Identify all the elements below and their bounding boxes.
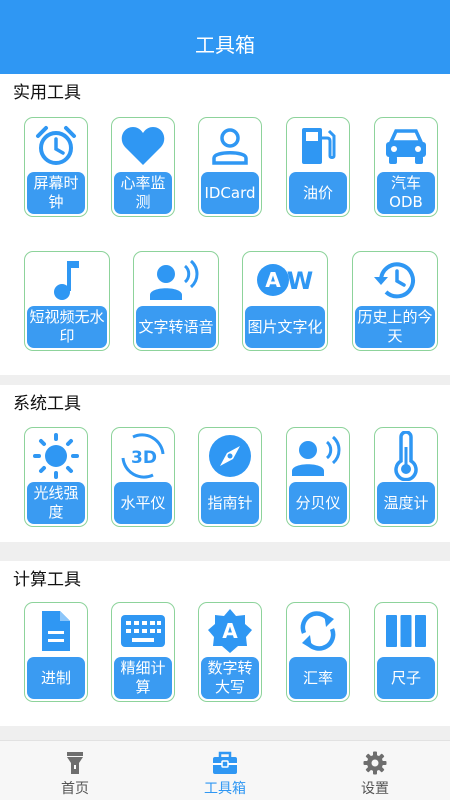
tool-label: 分贝仪 xyxy=(289,482,347,524)
tool-label: 油价 xyxy=(289,172,347,214)
history-icon xyxy=(353,252,437,308)
nav-toolbox[interactable]: 工具箱 xyxy=(170,741,280,800)
nav-settings[interactable]: 设置 xyxy=(320,741,430,800)
section-calculation-tools: 计算工具 进制 精细计算 A 数字转大写 汇率 尺子 xyxy=(0,561,450,726)
tool-compass[interactable]: 指南针 xyxy=(198,427,262,527)
tool-label: 图片文字化 xyxy=(245,306,325,348)
ruler-icon xyxy=(375,603,437,659)
tool-label: 精细计算 xyxy=(114,657,172,699)
thermometer-icon xyxy=(375,428,437,484)
tool-label: 文字转语音 xyxy=(136,306,216,348)
tool-precise-calc[interactable]: 精细计算 xyxy=(111,602,175,702)
tool-label: 温度计 xyxy=(377,482,435,524)
tool-label: 历史上的今天 xyxy=(355,306,435,348)
tool-thermometer[interactable]: 温度计 xyxy=(374,427,438,527)
flashlight-icon xyxy=(64,751,86,775)
tool-label: 汽车ODB xyxy=(377,172,435,214)
heart-icon xyxy=(112,118,174,174)
text-aw-icon: A W xyxy=(243,252,327,308)
music-note-icon xyxy=(25,252,109,308)
voice-icon xyxy=(134,252,218,308)
section-system-tools: 系统工具 光线强度 3D 水平仪 指南针 分贝仪 温度计 xyxy=(0,385,450,542)
page-title: 工具箱 xyxy=(195,32,255,57)
tool-short-video-no-watermark[interactable]: 短视频无水印 xyxy=(24,251,110,351)
section-practical-tools: 实用工具 屏幕时钟 心率监测 IDCard 油价 汽车ODB 短视频无水印 文字… xyxy=(0,74,450,375)
compass-icon xyxy=(199,428,261,484)
toolbox-icon xyxy=(212,751,238,775)
3d-rotation-icon: 3D xyxy=(112,428,174,484)
tool-base-conversion[interactable]: 进制 xyxy=(24,602,88,702)
app-root: 工具箱 实用工具 屏幕时钟 心率监测 IDCard 油价 汽车ODB 短视频无水… xyxy=(0,0,450,800)
sun-icon xyxy=(25,428,87,484)
svg-text:3D: 3D xyxy=(131,448,157,468)
car-icon xyxy=(375,118,437,174)
title-bar: 工具箱 xyxy=(0,0,450,74)
tool-light-intensity[interactable]: 光线强度 xyxy=(24,427,88,527)
tool-label: 指南针 xyxy=(201,482,259,524)
nav-label: 设置 xyxy=(361,781,389,797)
tool-car-odb[interactable]: 汽车ODB xyxy=(374,117,438,217)
svg-text:A: A xyxy=(222,619,238,643)
tool-label: 光线强度 xyxy=(27,482,85,524)
decibel-icon xyxy=(287,428,349,484)
section-title: 计算工具 xyxy=(13,570,81,590)
svg-text:A: A xyxy=(265,268,281,292)
tool-label: 尺子 xyxy=(377,657,435,699)
alarm-clock-icon xyxy=(25,118,87,174)
nav-label: 工具箱 xyxy=(204,781,246,797)
gear-icon xyxy=(363,751,387,775)
tool-label: IDCard xyxy=(201,172,259,214)
tool-label: 汇率 xyxy=(289,657,347,699)
tool-label: 进制 xyxy=(27,657,85,699)
tool-number-to-uppercase[interactable]: A 数字转大写 xyxy=(198,602,262,702)
refresh-icon xyxy=(287,603,349,659)
nav-label: 首页 xyxy=(61,781,89,797)
gas-pump-icon xyxy=(287,118,349,174)
tool-label: 数字转大写 xyxy=(201,657,259,699)
tool-label: 短视频无水印 xyxy=(27,306,107,348)
tool-screen-clock[interactable]: 屏幕时钟 xyxy=(24,117,88,217)
svg-text:W: W xyxy=(287,267,313,295)
person-icon xyxy=(199,118,261,174)
tool-history-today[interactable]: 历史上的今天 xyxy=(352,251,438,351)
nav-home[interactable]: 首页 xyxy=(20,741,130,800)
tool-label: 屏幕时钟 xyxy=(27,172,85,214)
document-icon xyxy=(25,603,87,659)
letter-a-badge-icon: A xyxy=(199,603,261,659)
tool-decibel-meter[interactable]: 分贝仪 xyxy=(286,427,350,527)
section-title: 系统工具 xyxy=(13,394,81,414)
section-title: 实用工具 xyxy=(13,83,81,103)
tool-ruler[interactable]: 尺子 xyxy=(374,602,438,702)
tool-exchange-rate[interactable]: 汇率 xyxy=(286,602,350,702)
tool-idcard[interactable]: IDCard xyxy=(198,117,262,217)
tool-label: 心率监测 xyxy=(114,172,172,214)
tool-heart-rate[interactable]: 心率监测 xyxy=(111,117,175,217)
keyboard-icon xyxy=(112,603,174,659)
tool-oil-price[interactable]: 油价 xyxy=(286,117,350,217)
tool-label: 水平仪 xyxy=(114,482,172,524)
tool-text-to-speech[interactable]: 文字转语音 xyxy=(133,251,219,351)
bottom-nav: 首页 工具箱 设置 xyxy=(0,740,450,800)
tool-level[interactable]: 3D 水平仪 xyxy=(111,427,175,527)
tool-image-to-text[interactable]: A W 图片文字化 xyxy=(242,251,328,351)
